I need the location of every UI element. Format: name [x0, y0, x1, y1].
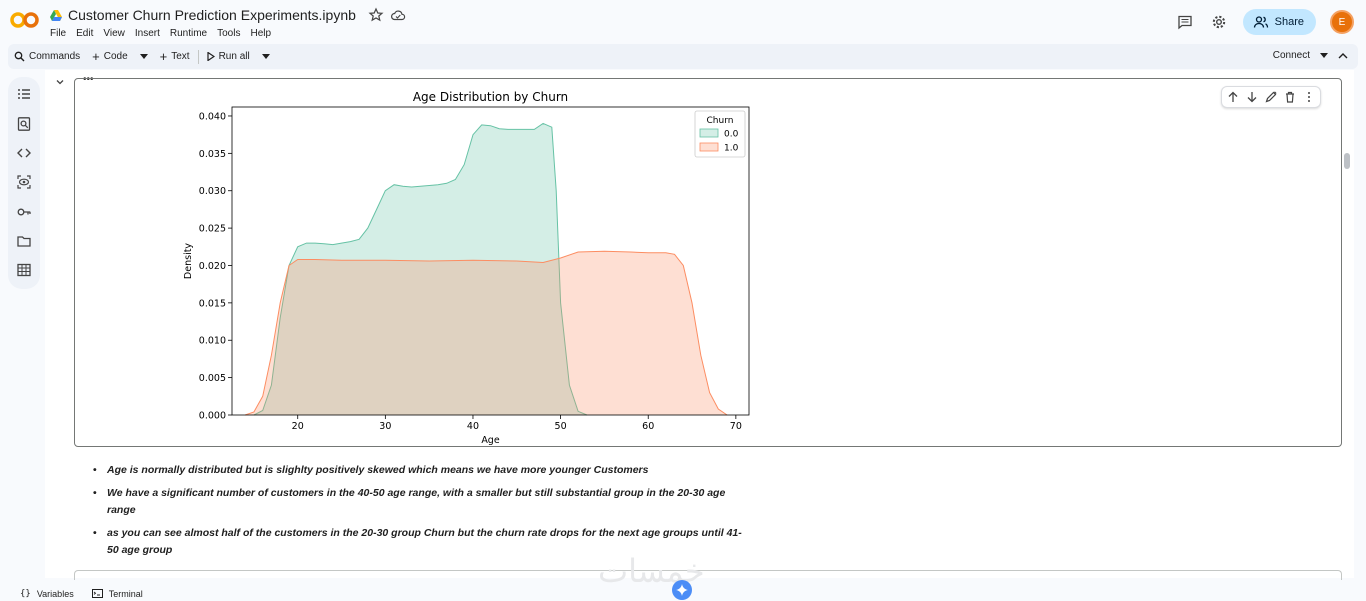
x-tick-label: 50: [555, 421, 567, 432]
connect-caret-down-icon[interactable]: [1320, 53, 1328, 58]
menu-file[interactable]: File: [50, 28, 66, 39]
notebook-title[interactable]: Customer Churn Prediction Experiments.ip…: [68, 7, 356, 23]
edit-pencil-icon[interactable]: [1265, 91, 1277, 103]
add-code-button[interactable]: + Code: [86, 49, 134, 64]
find-replace-icon[interactable]: [17, 117, 31, 131]
commands-label: Commands: [29, 51, 81, 62]
braces-icon: {}: [20, 588, 31, 599]
menu-runtime[interactable]: Runtime: [170, 28, 207, 39]
text-label: Text: [171, 51, 190, 62]
delete-trash-icon[interactable]: [1284, 91, 1296, 103]
notebook-toolbar: Commands + Code + Text Run all Connect: [8, 44, 1358, 69]
menu-bar: File Edit View Insert Runtime Tools Help: [50, 28, 271, 39]
commands-button[interactable]: Commands: [8, 51, 86, 62]
y-tick-label: 0.030: [199, 186, 226, 197]
code-snippets-icon[interactable]: [17, 146, 31, 160]
legend-swatch-0.0: [699, 128, 719, 138]
caret-down-icon: [261, 54, 270, 59]
data-table-icon[interactable]: [17, 263, 31, 277]
avatar[interactable]: E: [1330, 10, 1354, 34]
cloud-saved-icon[interactable]: [390, 7, 406, 23]
plus-icon: +: [159, 49, 168, 64]
y-tick-label: 0.015: [199, 298, 226, 309]
series-area-1.0: [245, 251, 728, 415]
x-tick-label: 20: [292, 421, 304, 432]
legend-label-0.0: 0.0: [724, 130, 739, 140]
menu-edit[interactable]: Edit: [76, 28, 93, 39]
y-axis-label: Density: [183, 243, 194, 279]
table-of-contents-icon[interactable]: [17, 87, 31, 101]
cell-toolbar: [1221, 86, 1321, 108]
move-up-arrow-icon[interactable]: [1227, 91, 1239, 103]
terminal-label: Terminal: [108, 588, 143, 599]
gemini-sparkle-icon[interactable]: [672, 580, 692, 600]
toolbar-divider: [197, 49, 199, 64]
y-tick-label: 0.005: [199, 373, 226, 384]
menu-help[interactable]: Help: [250, 28, 271, 39]
share-button[interactable]: Share: [1242, 9, 1316, 35]
note-item: We have a significant number of customer…: [93, 485, 747, 519]
x-axis-label: Age: [481, 435, 500, 446]
y-tick-label: 0.010: [199, 336, 226, 347]
people-icon: [1253, 16, 1268, 28]
connect-button[interactable]: Connect: [1273, 50, 1310, 61]
secrets-key-icon[interactable]: [17, 205, 31, 219]
run-all-button[interactable]: Run all: [201, 51, 256, 62]
drive-icon: [50, 9, 62, 21]
colab-logo-icon[interactable]: [10, 8, 40, 32]
code-dropdown-button[interactable]: [134, 54, 154, 59]
star-icon[interactable]: [368, 7, 384, 23]
collapse-chevron-up-icon[interactable]: [1338, 52, 1348, 59]
plus-icon: +: [92, 49, 100, 64]
variable-inspector-icon[interactable]: [17, 175, 31, 189]
settings-gear-icon[interactable]: [1209, 12, 1229, 32]
y-tick-label: 0.025: [199, 224, 226, 235]
cell-output: 20 30 40 50 60 70 0.000 0.005 0.010 0.015 0.020 0.0…: [74, 78, 1342, 447]
variables-label: Variables: [36, 588, 74, 599]
collapse-output-chevron-icon[interactable]: [55, 77, 65, 87]
notebook-content: ••• 20 30 40 50 60 70 0.000 0.005 0.010 0.015 0.02…: [45, 70, 1354, 580]
chart-title: Age Distribution by Churn: [413, 90, 568, 104]
run-all-label: Run all: [218, 51, 250, 62]
add-text-button[interactable]: + Text: [154, 49, 196, 64]
markdown-notes: Age is normally distributed but is sligh…: [93, 462, 747, 565]
x-tick-label: 40: [467, 421, 479, 432]
move-down-arrow-icon[interactable]: [1246, 91, 1258, 103]
comments-icon[interactable]: [1175, 12, 1195, 32]
code-label: Code: [103, 51, 128, 62]
note-item: Age is normally distributed but is sligh…: [93, 462, 747, 479]
search-icon: [14, 51, 25, 62]
scrollbar-thumb[interactable]: [1344, 153, 1350, 169]
age-distribution-chart: 20 30 40 50 60 70 0.000 0.005 0.010 0.015 0.020 0.0…: [183, 90, 750, 446]
menu-view[interactable]: View: [103, 28, 125, 39]
x-tick-label: 60: [642, 421, 654, 432]
more-options-icon[interactable]: [1303, 91, 1315, 103]
x-tick-label: 70: [730, 421, 742, 432]
legend-title: Churn: [707, 116, 734, 126]
play-icon: [206, 52, 215, 61]
terminal-button[interactable]: Terminal: [91, 588, 143, 599]
left-sidebar: [8, 77, 40, 289]
variables-button[interactable]: {} Variables: [20, 589, 74, 599]
run-all-dropdown-button[interactable]: [256, 54, 276, 59]
terminal-icon: [91, 589, 103, 598]
y-tick-label: 0.020: [199, 261, 226, 272]
caret-down-icon: [139, 54, 148, 59]
top-bar: Customer Churn Prediction Experiments.ip…: [0, 0, 1366, 44]
x-tick-label: 30: [379, 421, 391, 432]
y-tick-label: 0.040: [199, 111, 226, 122]
y-tick-label: 0.000: [199, 411, 226, 422]
y-tick-label: 0.035: [199, 149, 226, 160]
legend-swatch-1.0: [699, 142, 719, 152]
legend-label-1.0: 1.0: [724, 144, 739, 154]
files-folder-icon[interactable]: [17, 234, 31, 248]
menu-insert[interactable]: Insert: [135, 28, 160, 39]
next-cell[interactable]: [74, 570, 1342, 580]
menu-tools[interactable]: Tools: [217, 28, 240, 39]
share-label: Share: [1274, 16, 1304, 28]
